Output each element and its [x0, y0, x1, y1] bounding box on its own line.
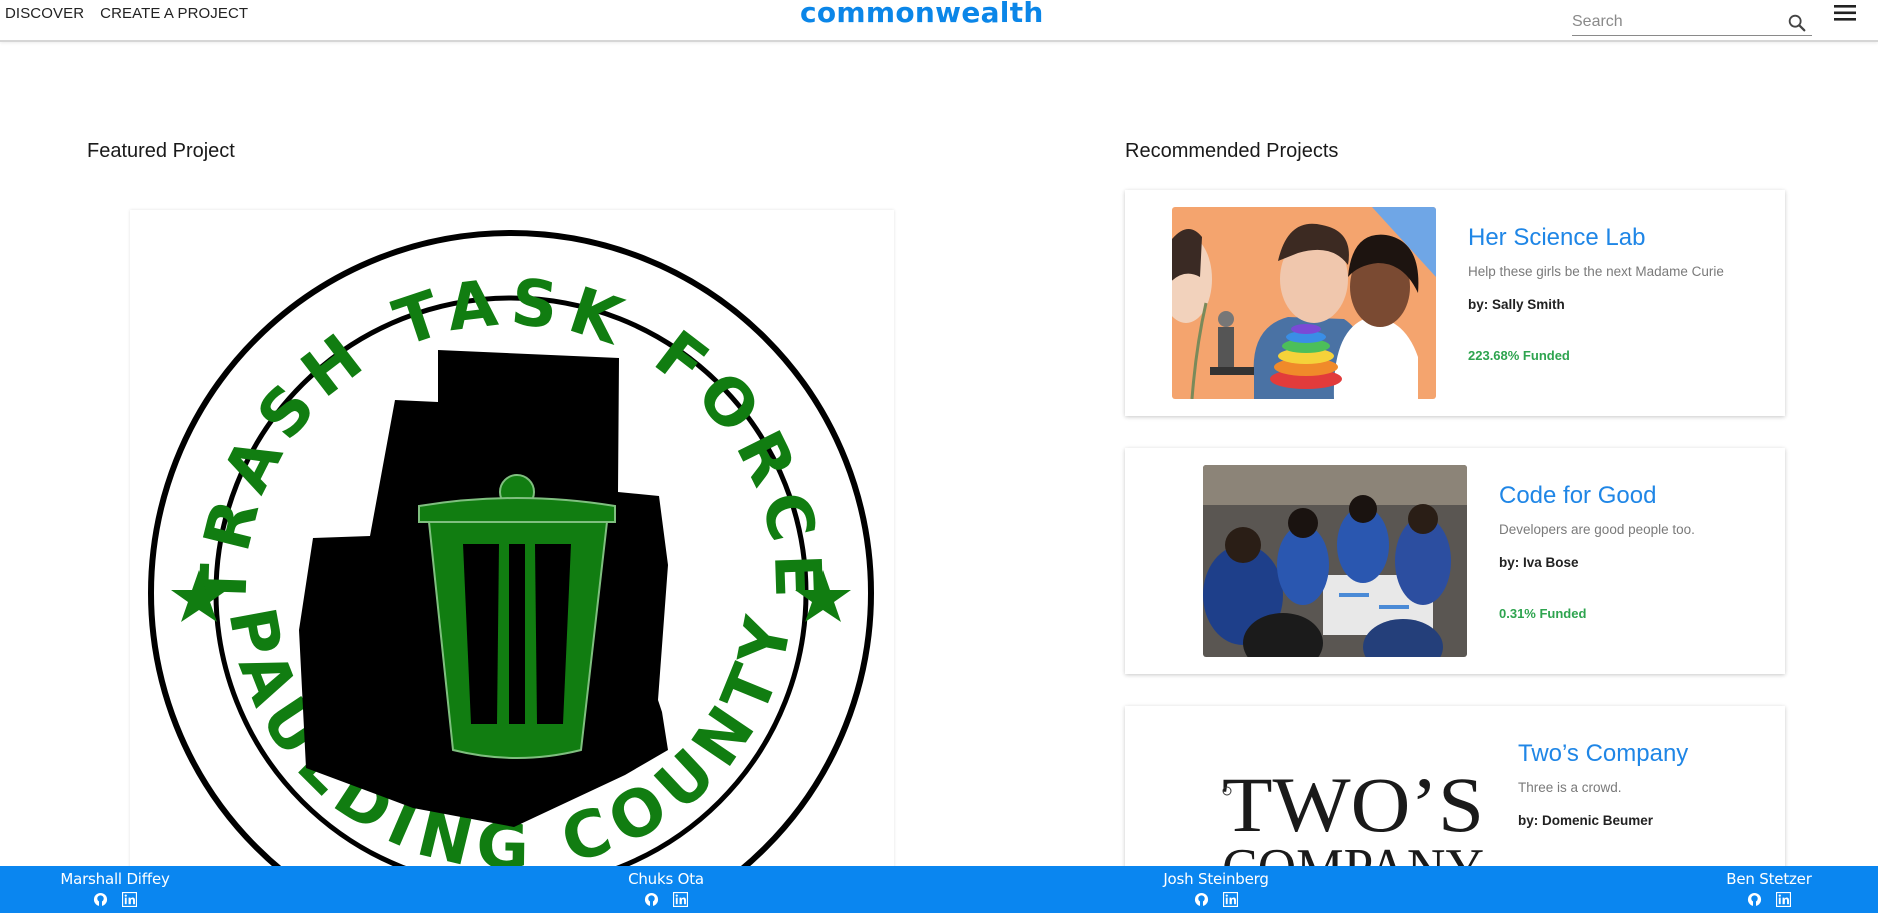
github-icon[interactable] — [644, 892, 659, 907]
nav-discover-link[interactable]: DISCOVER — [5, 5, 84, 22]
project-description: Developers are good people too. — [1499, 522, 1695, 537]
featured-project-card[interactable]: TRASH TASK FORCE PAULDING COUNTY — [130, 210, 894, 913]
github-icon[interactable] — [93, 892, 108, 907]
project-card-code-for-good[interactable]: Code for Good Developers are good people… — [1125, 448, 1785, 674]
project-author: by: Sally Smith — [1468, 297, 1565, 312]
footer-member-marshall-diffey: Marshall Diffey — [55, 870, 175, 907]
footer-member-josh-steinberg: Josh Steinberg — [1156, 870, 1276, 907]
recommended-section-title: Recommended Projects — [1125, 140, 1339, 162]
search-icon[interactable] — [1786, 12, 1808, 34]
footer-member-ben-stetzer: Ben Stetzer — [1709, 870, 1829, 907]
featured-section-title: Featured Project — [87, 140, 235, 162]
github-icon[interactable] — [1747, 892, 1762, 907]
member-name: Marshall Diffey — [60, 870, 170, 888]
project-funded-status: 223.68% Funded — [1468, 348, 1570, 363]
project-info-code-for-good: Code for Good Developers are good people… — [1499, 482, 1785, 621]
member-name: Ben Stetzer — [1726, 870, 1812, 888]
project-description: Three is a crowd. — [1518, 780, 1622, 795]
member-name: Josh Steinberg — [1163, 870, 1269, 888]
trash-task-force-logo: TRASH TASK FORCE PAULDING COUNTY — [148, 230, 874, 913]
member-name: Chuks Ota — [628, 870, 704, 888]
project-description: Help these girls be the next Madame Curi… — [1468, 264, 1724, 279]
project-title[interactable]: Two’s Company — [1518, 740, 1785, 768]
linkedin-icon[interactable] — [1223, 892, 1238, 907]
linkedin-icon[interactable] — [673, 892, 688, 907]
footer-member-chuks-ota: Chuks Ota — [606, 870, 726, 907]
project-image-code-for-good — [1203, 465, 1467, 657]
svg-text:TWO’S: TWO’S — [1222, 761, 1484, 848]
project-funded-status: 0.31% Funded — [1499, 606, 1587, 621]
linkedin-icon[interactable] — [122, 892, 137, 907]
project-title[interactable]: Code for Good — [1499, 482, 1785, 510]
project-author: by: Domenic Beumer — [1518, 813, 1654, 828]
search-box — [1572, 10, 1812, 36]
nav-create-project-link[interactable]: CREATE A PROJECT — [100, 5, 248, 22]
project-image-her-science-lab — [1172, 207, 1436, 399]
brand-logo[interactable]: commonwealth — [800, 0, 1044, 29]
project-title[interactable]: Her Science Lab — [1468, 224, 1785, 252]
linkedin-icon[interactable] — [1776, 892, 1791, 907]
github-icon[interactable] — [1194, 892, 1209, 907]
nav-links: DISCOVER CREATE A PROJECT — [5, 5, 248, 22]
top-navbar: DISCOVER CREATE A PROJECT commonwealth — [0, 0, 1878, 42]
search-input[interactable] — [1572, 10, 1772, 34]
project-info-twos-company: Two’s Company Three is a crowd. by: Dome… — [1518, 740, 1785, 864]
footer-bar: Marshall Diffey Chuks Ota Josh Steinberg… — [0, 866, 1878, 913]
project-author: by: Iva Bose — [1499, 555, 1579, 570]
hamburger-menu-icon[interactable] — [1834, 4, 1856, 22]
project-info-her-science-lab: Her Science Lab Help these girls be the … — [1468, 224, 1785, 363]
project-card-her-science-lab[interactable]: Her Science Lab Help these girls be the … — [1125, 190, 1785, 416]
